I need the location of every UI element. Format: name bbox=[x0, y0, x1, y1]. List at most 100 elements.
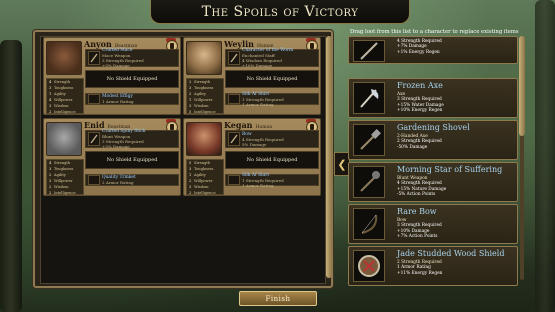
bow-icon bbox=[353, 208, 385, 240]
loot-item[interactable]: 4 Strength Required +7% Damage +1% Energy … bbox=[348, 36, 518, 64]
loot-hint: Drag loot from this list to a character … bbox=[350, 29, 519, 35]
loot-item[interactable]: Gardening Shovel 2-Handed Axe 2 Strength … bbox=[348, 120, 518, 160]
stat-label: Wisdom bbox=[54, 104, 69, 108]
armor-slot[interactable]: Silk Af Shirt 1 Strength Required 1 Armor… bbox=[225, 173, 319, 188]
armor-line: 2 Armor Rating bbox=[102, 180, 134, 185]
weapon-icon bbox=[88, 51, 100, 65]
character-portrait bbox=[186, 122, 222, 156]
character-card-weylin[interactable]: Weylin Human 2 Strength 3 Toughness 2 Agility… bbox=[183, 37, 321, 115]
shield-status: No Shield Equipped bbox=[106, 157, 158, 163]
loot-scroll-thumb[interactable] bbox=[519, 36, 525, 136]
axe-icon bbox=[353, 82, 385, 114]
loot-item-name: Jade Studded Wood Shield bbox=[397, 249, 505, 258]
stat-label: Agility bbox=[54, 173, 66, 177]
loot-item-line: -50% Damage bbox=[397, 144, 428, 150]
armor-slot[interactable]: Modest Effigy 1 Armor Rating bbox=[85, 93, 179, 105]
armor-slot[interactable]: Silk Af Shirt 1 Strength Required 1 Armor… bbox=[225, 92, 319, 107]
armor-line: 1 Strength Required bbox=[242, 177, 284, 183]
loot-item-line: 4 Strength Required bbox=[397, 181, 442, 187]
stat-label: Agility bbox=[194, 92, 206, 96]
stat-row: 2 Intelligence bbox=[47, 190, 83, 196]
stat-label: Willpower bbox=[54, 98, 73, 102]
loot-item-line: +10% Energy Regen bbox=[397, 107, 443, 113]
shield-icon bbox=[353, 250, 385, 282]
sword-icon bbox=[353, 40, 385, 62]
loot-item[interactable]: Jade Studded Wood Shield 2 Strength Requ… bbox=[348, 246, 518, 286]
tree-trunk-right bbox=[535, 0, 555, 312]
morning-star-icon bbox=[353, 166, 385, 198]
weapon-icon bbox=[88, 132, 100, 146]
loot-item[interactable]: Frozen Axe Axe 3 Strength Required +15% Wa… bbox=[348, 78, 518, 118]
weapon-slot[interactable]: Crafted Spiny Stick Blunt Weapon 3 Streng… bbox=[85, 129, 179, 149]
armor-line: 1 Armor Rating bbox=[242, 101, 274, 107]
finish-button[interactable]: Finish bbox=[239, 291, 317, 306]
loot-item-name: Rare Bow bbox=[397, 207, 437, 216]
stat-label: Intelligence bbox=[54, 191, 76, 195]
stat-label: Agility bbox=[194, 173, 206, 177]
weapon-icon bbox=[228, 132, 240, 146]
shield-slot[interactable]: No Shield Equipped bbox=[85, 70, 179, 88]
stat-label: Willpower bbox=[194, 98, 213, 102]
weapon-line: +10% Damage bbox=[242, 63, 273, 68]
party-scroll-thumb[interactable] bbox=[326, 36, 332, 278]
loot-item-line: +7% Action Points bbox=[397, 233, 438, 239]
stat-label: Toughness bbox=[194, 167, 214, 171]
loot-item-name: Gardening Shovel bbox=[397, 123, 470, 132]
character-portrait bbox=[46, 41, 82, 75]
stat-label: Agility bbox=[54, 92, 66, 96]
character-card-kegan[interactable]: Kegan Human 5 Strength 3 Toughness 1 Agility 2… bbox=[183, 118, 321, 196]
loot-item-line: -5% Action Points bbox=[397, 191, 436, 197]
shield-status: No Shield Equipped bbox=[246, 157, 298, 163]
shield-status: No Shield Equipped bbox=[246, 76, 298, 82]
character-card-anyon[interactable]: Anyon Beastman 4 Strength 3 Toughness 1 Agili… bbox=[43, 37, 181, 115]
stat-label: Intelligence bbox=[194, 110, 216, 114]
stat-label: Willpower bbox=[194, 179, 213, 183]
title-banner: The Spoils of Victory bbox=[150, 0, 410, 24]
party-scrollbar[interactable] bbox=[326, 36, 332, 278]
shield-slot[interactable]: No Shield Equipped bbox=[225, 151, 319, 169]
weapon-slot[interactable]: Bow 4 Strength Required 5% Damage bbox=[225, 130, 319, 148]
loot-item-line: +11% Energy Regen bbox=[397, 270, 443, 276]
loot-item-line: 3 Strength Required bbox=[397, 223, 442, 229]
character-portrait bbox=[46, 122, 82, 156]
stat-row: 5 Intelligence bbox=[187, 109, 223, 115]
weapon-slot[interactable]: Crafted Mace Mace Weapon 3 Strength Requi… bbox=[85, 48, 179, 68]
stat-label: Strength bbox=[194, 161, 211, 165]
stat-label: Toughness bbox=[54, 86, 74, 90]
weapon-slot[interactable]: Character of the Worm Enchanted Staff 4 W… bbox=[225, 48, 319, 68]
character-name: Kegan bbox=[224, 120, 253, 130]
armor-line: 1 Strength Required bbox=[242, 96, 284, 102]
stat-label: Toughness bbox=[194, 86, 214, 90]
weapon-line: +5% Damage bbox=[102, 63, 130, 68]
loot-item[interactable]: Morning Star of Suffering Blunt Weapon 4 … bbox=[348, 162, 518, 202]
armor-line: 1 Armor Rating bbox=[242, 182, 274, 188]
shield-slot[interactable]: No Shield Equipped bbox=[225, 70, 319, 88]
stat-label: Intelligence bbox=[194, 191, 216, 195]
tree-trunk-left bbox=[0, 40, 22, 312]
character-stats: 4 Strength 3 Toughness 1 Agility 4 Willpower 3 Wi… bbox=[46, 78, 84, 114]
loot-item[interactable]: Rare Bow Bow 3 Strength Required +10% Dama… bbox=[348, 204, 518, 244]
loot-list: 4 Strength Required +7% Damage +1% Energy … bbox=[348, 36, 518, 286]
stat-label: Strength bbox=[54, 161, 71, 165]
shield-status: No Shield Equipped bbox=[106, 76, 158, 82]
stat-label: Intelligence bbox=[54, 110, 76, 114]
screen-title: The Spoils of Victory bbox=[201, 3, 359, 20]
character-card-enid[interactable]: Enid Beastman 4 Strength 3 Toughness 2 Agilit… bbox=[43, 118, 181, 196]
loot-scrollbar[interactable] bbox=[519, 36, 525, 280]
character-stats: 5 Strength 3 Toughness 1 Agility 2 Willpower 3 Wi… bbox=[186, 159, 224, 195]
stat-label: Strength bbox=[194, 80, 211, 84]
stat-label: Wisdom bbox=[54, 185, 69, 189]
stat-label: Strength bbox=[54, 80, 71, 84]
armor-slot[interactable]: Quality Trinket 2 Armor Rating bbox=[85, 174, 179, 186]
stat-row: 2 Intelligence bbox=[47, 109, 83, 115]
shield-slot[interactable]: No Shield Equipped bbox=[85, 151, 179, 169]
armor-icon bbox=[88, 175, 100, 185]
stat-label: Wisdom bbox=[194, 185, 209, 189]
character-header: Anyon Beastman bbox=[84, 39, 164, 49]
stat-row: 2 Intelligence bbox=[187, 190, 223, 196]
loot-item-line: +1% Energy Regen bbox=[397, 49, 440, 55]
armor-icon bbox=[228, 94, 240, 104]
armor-icon bbox=[228, 175, 240, 185]
stat-label: Wisdom bbox=[194, 104, 209, 108]
weapon-line: +5% Damage bbox=[102, 144, 130, 149]
